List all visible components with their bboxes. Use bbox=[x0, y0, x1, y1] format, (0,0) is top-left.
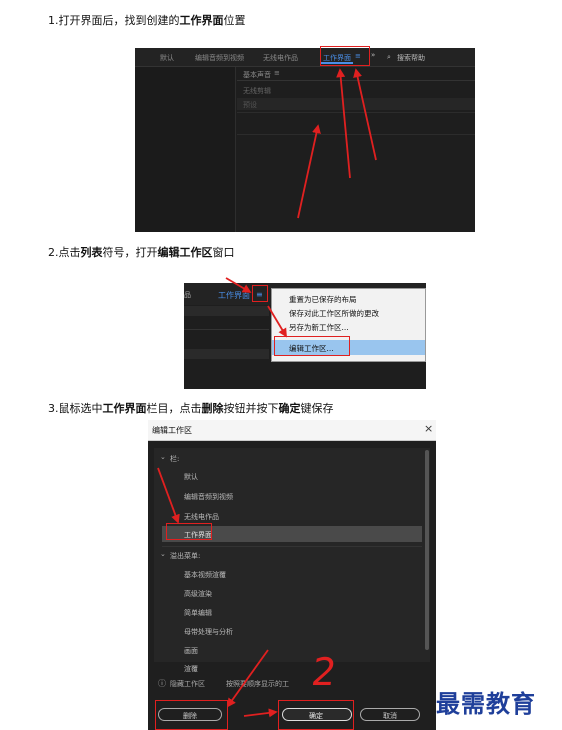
arrow-3 bbox=[353, 68, 377, 161]
arrow-1 bbox=[297, 124, 321, 219]
arrow-2 bbox=[336, 68, 351, 179]
arrow-8 bbox=[243, 708, 278, 718]
arrow-6 bbox=[157, 467, 180, 524]
arrow-5 bbox=[267, 305, 287, 338]
arrow-4 bbox=[225, 277, 252, 293]
arrow-7 bbox=[226, 649, 269, 708]
annotation-arrows bbox=[157, 68, 377, 718]
watermark-logo: 最需教育 bbox=[436, 689, 536, 718]
